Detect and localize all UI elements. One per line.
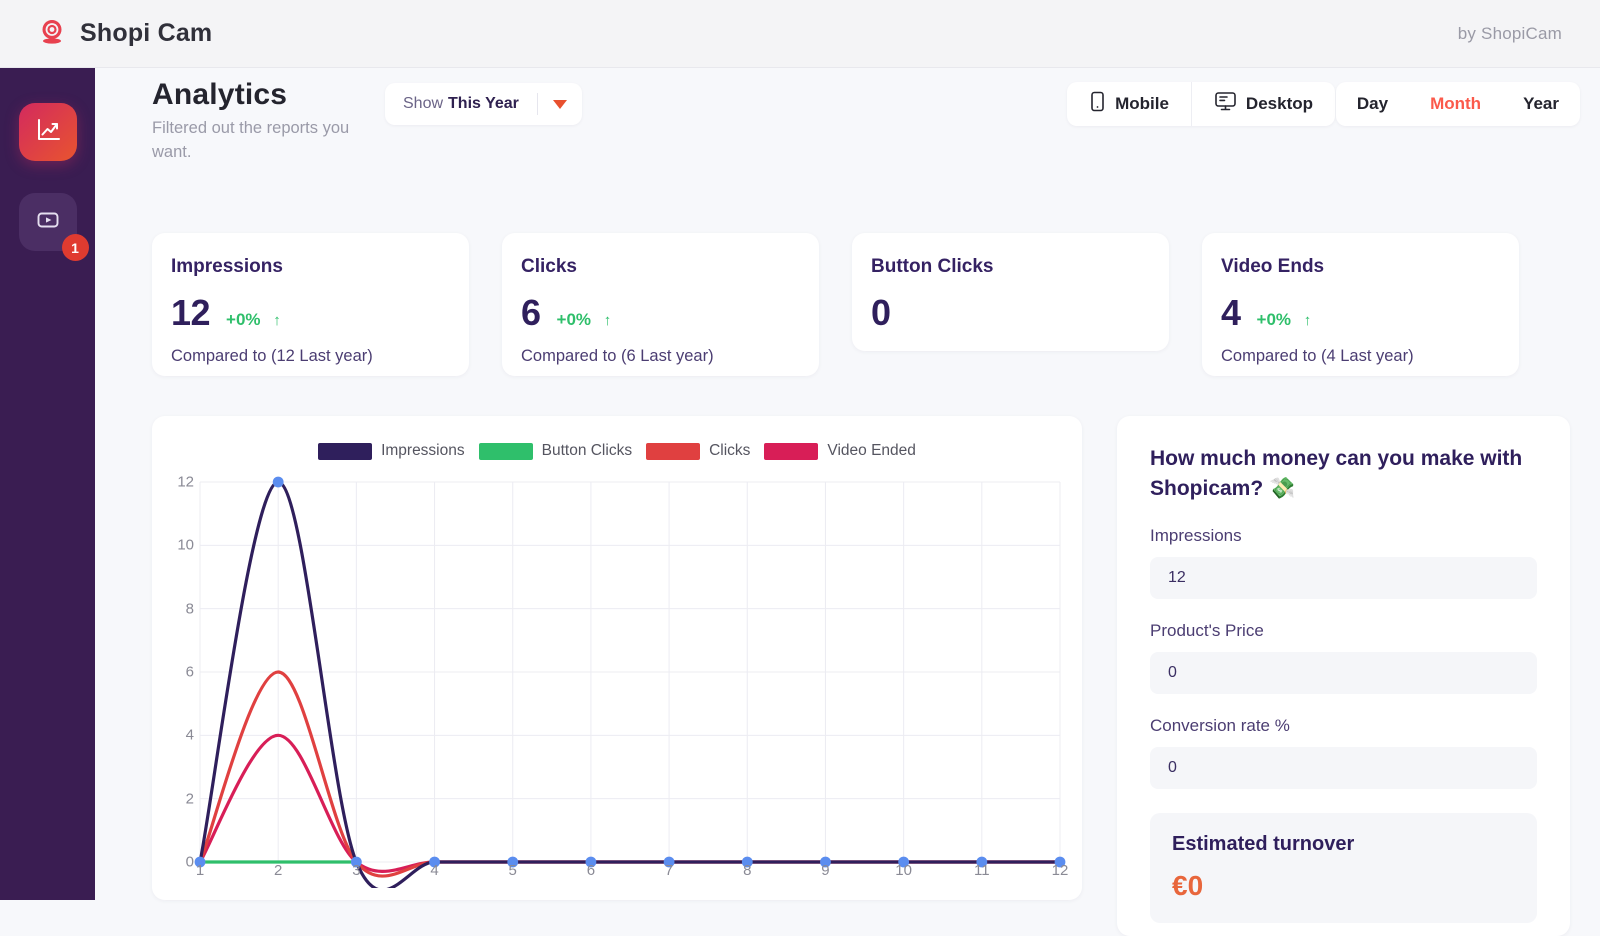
period-toggle-group: Day Month Year (1336, 82, 1580, 126)
chart-canvas (152, 468, 1082, 893)
brand[interactable]: Shopi Cam (38, 17, 212, 50)
stat-card-delta-value: +0% (557, 310, 592, 329)
notification-badge: 1 (62, 234, 89, 261)
period-toggle-year[interactable]: Year (1502, 82, 1580, 126)
legend-item[interactable]: Button Clicks (479, 442, 632, 460)
legend-item[interactable]: Impressions (318, 442, 465, 460)
price-input[interactable]: 0 (1150, 652, 1537, 694)
stat-card-delta: +0% ↑ (1257, 310, 1312, 330)
stat-card-value: 0 (871, 292, 891, 334)
device-toggle-desktop[interactable]: Desktop (1191, 82, 1335, 126)
video-play-icon (34, 206, 62, 239)
analytics-chart-panel: Impressions Button Clicks Clicks Video Ende… (152, 416, 1082, 900)
arrow-up-icon: ↑ (1304, 312, 1312, 329)
legend-label: Clicks (709, 442, 750, 460)
x-axis-tick-label: 11 (974, 862, 990, 879)
device-toggle-mobile-label: Mobile (1115, 94, 1169, 114)
line-chart-icon (33, 115, 63, 150)
legend-swatch (764, 443, 818, 460)
brand-name: Shopi Cam (80, 19, 212, 48)
mobile-icon (1089, 91, 1106, 117)
legend-swatch (318, 443, 372, 460)
arrow-up-icon: ↑ (273, 312, 281, 329)
legend-label: Impressions (381, 442, 465, 460)
stat-card-button-clicks: Button Clicks 0 (852, 233, 1169, 351)
show-select-value: This Year (448, 95, 519, 113)
chart-x-axis: 123456789101112 (152, 862, 1082, 888)
x-axis-tick-label: 4 (430, 862, 438, 879)
show-period-select[interactable]: Show This Year (385, 83, 582, 125)
webcam-icon (38, 17, 66, 50)
page-header: Analytics Filtered out the reports you w… (95, 68, 1600, 178)
money-calculator-panel: How much money can you make with Shopica… (1117, 416, 1570, 936)
legend-label: Button Clicks (542, 442, 632, 460)
price-field-label: Product's Price (1150, 621, 1570, 641)
device-toggle-mobile[interactable]: Mobile (1067, 82, 1191, 126)
chart-legend: Impressions Button Clicks Clicks Video Ende… (152, 442, 1082, 460)
stat-card-delta: +0% ↑ (226, 310, 281, 330)
show-select-label: Show (403, 95, 443, 113)
impressions-input[interactable]: 12 (1150, 557, 1537, 599)
stat-card-compare: Compared to (12 Last year) (171, 347, 469, 366)
page-title: Analytics (152, 78, 287, 112)
legend-swatch (479, 443, 533, 460)
x-axis-tick-label: 6 (587, 862, 595, 879)
stat-cards: Impressions 12 +0% ↑ Compared to (12 Las… (152, 233, 1570, 383)
x-axis-tick-label: 3 (352, 862, 360, 879)
legend-item[interactable]: Clicks (646, 442, 750, 460)
page-subtitle: Filtered out the reports you want. (152, 117, 362, 165)
stat-card-title: Button Clicks (871, 256, 1169, 278)
stat-card-value: 12 (171, 292, 210, 334)
x-axis-tick-label: 10 (895, 862, 912, 879)
stat-card-compare: Compared to (6 Last year) (521, 347, 819, 366)
stat-card-title: Video Ends (1221, 256, 1519, 278)
x-axis-tick-label: 9 (821, 862, 829, 879)
main-content: Analytics Filtered out the reports you w… (95, 68, 1600, 900)
x-axis-tick-label: 5 (509, 862, 517, 879)
x-axis-tick-label: 1 (196, 862, 204, 879)
sidebar-item-videos[interactable]: 1 (19, 193, 77, 251)
device-toggle-group: Mobile Desktop (1067, 82, 1335, 126)
impressions-field-label: Impressions (1150, 526, 1570, 546)
sidebar: 1 (0, 68, 95, 900)
stat-card-video-ends: Video Ends 4 +0% ↑ Compared to (4 Last y… (1202, 233, 1519, 376)
stat-card-value-row: 12 +0% ↑ (171, 292, 469, 334)
by-label: by ShopiCam (1458, 24, 1562, 44)
period-toggle-month[interactable]: Month (1409, 82, 1502, 126)
estimated-turnover-value: €0 (1172, 870, 1537, 902)
x-axis-tick-label: 7 (665, 862, 673, 879)
stat-card-delta: +0% ↑ (557, 310, 612, 330)
legend-swatch (646, 443, 700, 460)
stat-card-impressions: Impressions 12 +0% ↑ Compared to (12 Las… (152, 233, 469, 376)
x-axis-tick-label: 8 (743, 862, 751, 879)
stat-card-value-row: 6 +0% ↑ (521, 292, 819, 334)
stat-card-delta-value: +0% (1257, 310, 1292, 329)
stat-card-title: Impressions (171, 256, 469, 278)
top-bar: Shopi Cam by ShopiCam (0, 0, 1600, 68)
estimated-turnover-title: Estimated turnover (1172, 833, 1537, 856)
conversion-rate-input[interactable]: 0 (1150, 747, 1537, 789)
sidebar-item-analytics[interactable] (19, 103, 77, 161)
stat-card-title: Clicks (521, 256, 819, 278)
estimated-turnover-box: Estimated turnover €0 (1150, 813, 1537, 923)
stat-card-compare: Compared to (4 Last year) (1221, 347, 1519, 366)
stat-card-value-row: 4 +0% ↑ (1221, 292, 1519, 334)
stat-card-value: 6 (521, 292, 541, 334)
chart-plot-area: 024681012 123456789101112 (152, 468, 1082, 888)
device-toggle-desktop-label: Desktop (1246, 94, 1313, 114)
stat-card-value-row: 0 (871, 292, 1169, 334)
money-panel-title: How much money can you make with Shopica… (1150, 444, 1537, 504)
legend-item[interactable]: Video Ended (764, 442, 916, 460)
chevron-down-icon[interactable] (538, 100, 582, 109)
stat-card-value: 4 (1221, 292, 1241, 334)
desktop-icon (1214, 91, 1237, 117)
x-axis-tick-label: 2 (274, 862, 282, 879)
legend-label: Video Ended (827, 442, 916, 460)
x-axis-tick-label: 12 (1052, 862, 1069, 879)
stat-card-clicks: Clicks 6 +0% ↑ Compared to (6 Last year) (502, 233, 819, 376)
conversion-rate-field-label: Conversion rate % (1150, 716, 1570, 736)
stat-card-delta-value: +0% (226, 310, 261, 329)
arrow-up-icon: ↑ (604, 312, 612, 329)
period-toggle-day[interactable]: Day (1336, 82, 1409, 126)
